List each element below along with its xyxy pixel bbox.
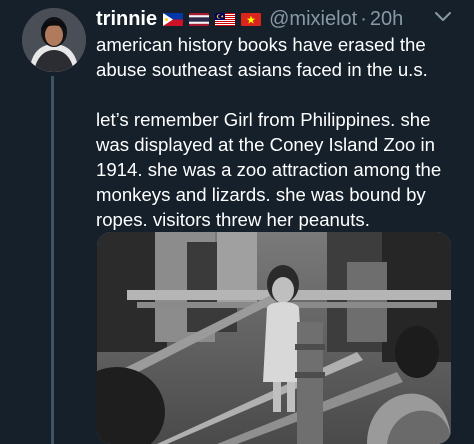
- flag-malaysia-icon: [215, 12, 236, 26]
- tweet-paragraph: let’s remember Girl from Philippines. sh…: [96, 109, 442, 230]
- avatar[interactable]: [22, 8, 86, 72]
- flag-philippines-icon: [163, 12, 184, 26]
- more-options-button[interactable]: [432, 8, 454, 26]
- author-handle[interactable]: @mixielot: [269, 6, 357, 32]
- tweet-timestamp[interactable]: 20h: [370, 6, 403, 32]
- tweet-header: trinnie @mixielot · 20h: [96, 6, 456, 32]
- tweet-media-photo[interactable]: [97, 232, 451, 444]
- tweet-paragraph: american history books have erased the a…: [96, 34, 428, 80]
- tweet-text: american history books have erased the a…: [96, 32, 468, 232]
- flag-emojis: [163, 12, 262, 26]
- thread-line: [51, 76, 54, 444]
- flag-vietnam-icon: [241, 12, 262, 26]
- chevron-down-icon: [435, 12, 451, 21]
- flag-thailand-icon: [189, 12, 210, 26]
- separator-dot: ·: [360, 8, 367, 30]
- avatar-photo: [22, 8, 86, 72]
- historical-photo: [97, 232, 451, 444]
- author-name[interactable]: trinnie: [96, 6, 157, 32]
